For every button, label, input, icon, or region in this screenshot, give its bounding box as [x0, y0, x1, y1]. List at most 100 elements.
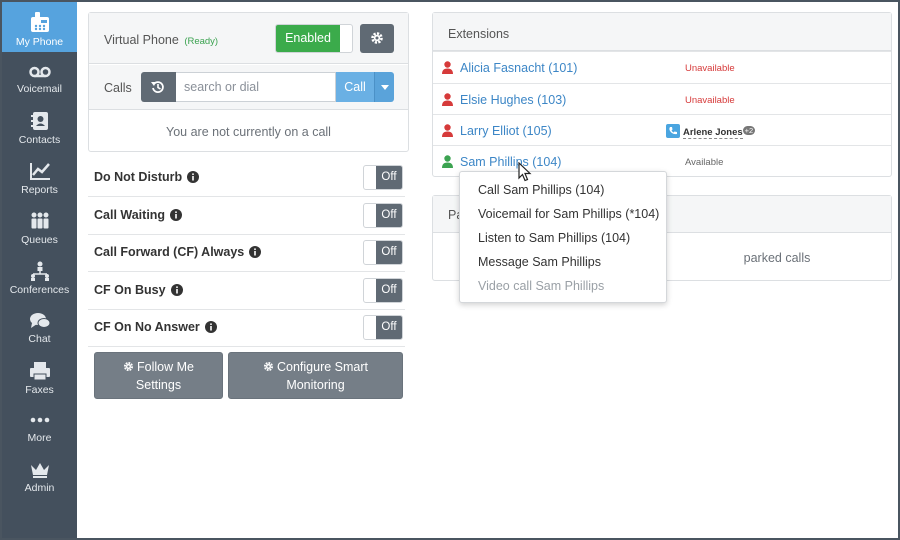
extensions-title: Extensions: [448, 27, 510, 41]
sidebar-item-label: More: [27, 432, 52, 444]
chat-icon: [29, 313, 50, 328]
menu-item-voicemail[interactable]: Voicemail for Sam Phillips (*104): [478, 207, 659, 221]
gear-icon: [123, 361, 134, 372]
setting-label-text: CF On Busy: [94, 283, 166, 297]
sidebar-item-label: Reports: [21, 184, 58, 196]
info-icon[interactable]: [187, 171, 200, 183]
extension-name[interactable]: Alicia Fasnacht (101): [460, 61, 577, 75]
sidebar-item-faxes[interactable]: Faxes: [2, 352, 77, 402]
sidebar-item-contacts[interactable]: Contacts: [2, 102, 77, 152]
menu-item-call[interactable]: Call Sam Phillips (104): [478, 183, 604, 197]
user-icon: [442, 93, 453, 106]
sidebar-item-label: Queues: [21, 234, 58, 246]
virtual-phone-settings-button[interactable]: [360, 24, 394, 53]
call-waiting-toggle[interactable]: Off: [363, 203, 403, 228]
sidebar-item-label: Conferences: [9, 284, 70, 296]
reports-icon: [29, 163, 50, 180]
setting-label: Do Not Disturb: [94, 170, 200, 184]
crown-icon: [30, 463, 49, 478]
sidebar-item-my-phone[interactable]: My Phone: [2, 2, 77, 52]
sidebar-item-chat[interactable]: Chat: [2, 302, 77, 352]
setting-label: CF On No Answer: [94, 320, 217, 334]
setting-cf-on-busy: CF On Busy Off: [88, 272, 405, 310]
sidebar-item-more[interactable]: More: [2, 402, 77, 452]
conferences-icon: [30, 261, 49, 281]
info-icon[interactable]: [204, 321, 217, 333]
toggle-state: Off: [376, 241, 402, 264]
sidebar: My Phone Voicemail Contacts Reports Queu…: [2, 2, 77, 538]
info-icon[interactable]: [170, 284, 183, 296]
sidebar-item-voicemail[interactable]: Voicemail: [2, 52, 77, 102]
call-history-button[interactable]: [141, 72, 176, 102]
button-label-line1: Follow Me: [137, 360, 194, 374]
sidebar-item-reports[interactable]: Reports: [2, 152, 77, 202]
menu-item-message[interactable]: Message Sam Phillips: [478, 255, 601, 269]
participant-count-badge: +2: [742, 126, 756, 135]
sidebar-item-admin[interactable]: Admin: [2, 452, 77, 502]
sidebar-item-conferences[interactable]: Conferences: [2, 252, 77, 302]
button-label-line1: Configure Smart: [276, 360, 368, 374]
extension-name[interactable]: Sam Phillips (104): [460, 155, 561, 169]
extension-row[interactable]: Elsie Hughes (103) Unavailable: [433, 83, 891, 114]
cf-on-busy-toggle[interactable]: Off: [363, 278, 403, 303]
virtual-phone-status: (Ready): [184, 36, 219, 47]
menu-item-listen[interactable]: Listen to Sam Phillips (104): [478, 231, 630, 245]
extensions-panel: Extensions Alicia Fasnacht (101) Unavail…: [432, 12, 892, 177]
follow-me-settings-button[interactable]: Follow Me Settings: [94, 352, 223, 399]
setting-call-forward-always: Call Forward (CF) Always Off: [88, 234, 405, 272]
sidebar-item-label: Contacts: [18, 134, 61, 146]
info-icon[interactable]: [170, 209, 183, 221]
toggle-state: Off: [376, 316, 402, 339]
extension-context-menu: Call Sam Phillips (104) Voicemail for Sa…: [459, 171, 667, 303]
calls-label: Calls: [104, 81, 132, 95]
button-label-line2: Settings: [135, 378, 182, 392]
search-dial-input[interactable]: [176, 72, 336, 102]
virtual-phone-enabled-toggle[interactable]: Enabled: [275, 24, 353, 53]
do-not-disturb-toggle[interactable]: Off: [363, 165, 403, 190]
parked-calls-message-text: parked calls: [743, 251, 811, 265]
menu-item-video-call: Video call Sam Phillips: [478, 279, 605, 293]
history-icon: [151, 81, 164, 93]
call-forward-always-toggle[interactable]: Off: [363, 240, 403, 265]
queues-icon: [31, 212, 48, 229]
setting-label-text: Do Not Disturb: [94, 170, 183, 184]
info-icon[interactable]: [249, 246, 262, 258]
setting-label-text: Call Waiting: [94, 208, 166, 222]
cf-on-no-answer-toggle[interactable]: Off: [363, 315, 403, 340]
gear-icon: [371, 32, 383, 44]
extensions-header: Extensions: [433, 13, 891, 51]
gear-icon: [263, 361, 274, 372]
setting-label: Call Waiting: [94, 208, 183, 222]
user-icon: [442, 155, 453, 168]
phone-call-icon: [666, 124, 680, 138]
virtual-phone-panel: Virtual Phone (Ready) Enabled Calls Call: [88, 12, 409, 152]
extension-status: Available: [685, 157, 724, 168]
setting-label-text: CF On No Answer: [94, 320, 200, 334]
mouse-pointer-icon: [518, 162, 532, 182]
setting-label-text: Call Forward (CF) Always: [94, 245, 245, 259]
button-label-line2: Monitoring: [286, 378, 345, 392]
toggle-state: Off: [376, 166, 402, 189]
virtual-phone-title: Virtual Phone (Ready): [104, 33, 218, 47]
extension-row[interactable]: Larry Elliot (105) Arlene Jones +2: [433, 114, 891, 145]
fax-icon: [29, 362, 50, 381]
extension-name[interactable]: Larry Elliot (105): [460, 124, 552, 138]
extension-row[interactable]: Alicia Fasnacht (101) Unavailable: [433, 51, 891, 82]
toggle-state: Off: [376, 279, 402, 302]
caret-down-icon: [381, 85, 389, 90]
extension-name[interactable]: Elsie Hughes (103): [460, 93, 566, 107]
voicemail-icon: [28, 66, 51, 78]
call-options-dropdown[interactable]: [374, 72, 394, 102]
contacts-icon: [30, 112, 48, 130]
calls-row: Calls Call: [89, 65, 408, 110]
setting-cf-on-no-answer: CF On No Answer Off: [88, 309, 405, 347]
sidebar-item-queues[interactable]: Queues: [2, 202, 77, 252]
call-button[interactable]: Call: [336, 72, 374, 102]
sidebar-item-label: Chat: [28, 333, 51, 345]
sidebar-item-label: Admin: [24, 482, 55, 494]
configure-smart-monitoring-button[interactable]: Configure Smart Monitoring: [228, 352, 403, 399]
active-call-indicator[interactable]: Arlene Jones +2: [666, 123, 756, 139]
setting-label: Call Forward (CF) Always: [94, 245, 262, 259]
sidebar-item-label: Voicemail: [17, 83, 62, 95]
user-icon: [442, 61, 453, 74]
